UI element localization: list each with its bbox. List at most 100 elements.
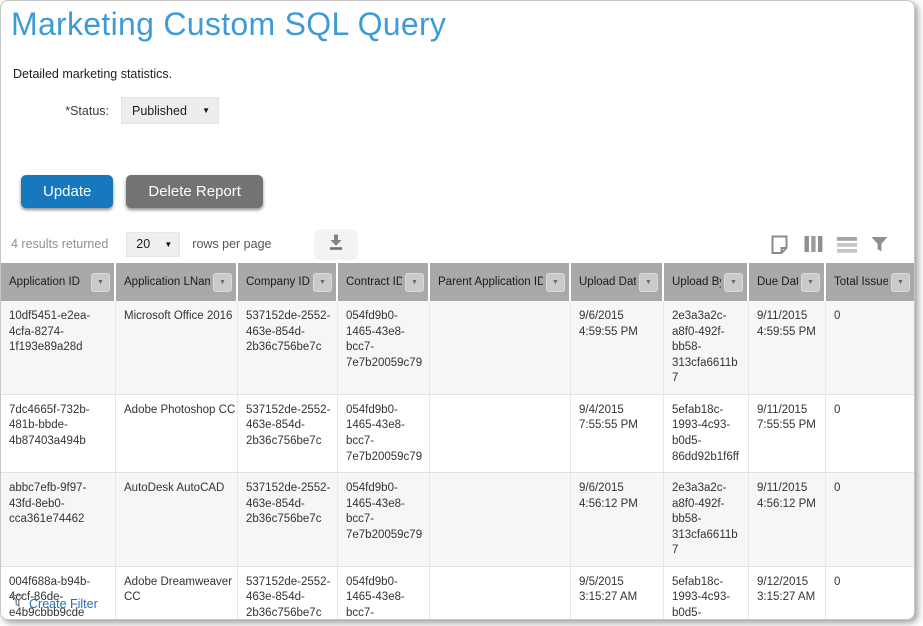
status-select[interactable]: Published ▼	[121, 97, 219, 124]
chevron-down-icon: ▼	[645, 279, 652, 286]
cell-application-id: 7dc4665f-732b-481b-bbde-4b87403a494b	[1, 395, 116, 472]
column-header-parent-application-id[interactable]: Parent Application ID ▼	[430, 263, 571, 301]
chevron-down-icon: ▼	[164, 240, 172, 249]
cell-company-id: 537152de-2552-463e-854d-2b36c756be7c	[238, 395, 338, 472]
column-header-label: Upload By	[672, 276, 721, 288]
page-size-value: 20	[136, 237, 150, 251]
footer-bar: Create Filter	[11, 594, 98, 613]
cell-upload-date: 9/6/2015 4:56:12 PM	[571, 473, 664, 566]
cell-contract-id: 054fd9b0-1465-43e8-bcc7-7e7b20059c79	[338, 301, 430, 394]
column-filter-button[interactable]: ▼	[213, 273, 232, 292]
delete-report-button[interactable]: Delete Report	[126, 175, 263, 208]
column-filter-button[interactable]: ▼	[724, 273, 743, 292]
cell-upload-by: 2e3a3a2c-a8f0-492f-bb58-313cfa6611b7	[664, 301, 749, 394]
cell-contract-id: 054fd9b0-1465-43e8-bcc7-7e7b20059c79	[338, 567, 430, 620]
cell-upload-by: 5efab18c-1993-4c93-b0d5-86dd92b1f6ff	[664, 395, 749, 472]
cell-parent-application-id	[430, 395, 571, 472]
cell-due-date: 9/11/2015 4:59:55 PM	[749, 301, 826, 394]
table-tools	[769, 234, 888, 255]
status-select-value: Published	[132, 104, 187, 118]
results-table: Application ID▼Application LName▼Company…	[1, 263, 914, 620]
table-row: 004f688a-b94b-4ccf-86de-e4b9cbbb9cdeAdob…	[1, 567, 914, 620]
cell-application-lname: Adobe Dreamweaver CC	[116, 567, 238, 620]
cell-upload-date: 9/6/2015 4:59:55 PM	[571, 301, 664, 394]
cell-total-issues: 0	[826, 567, 914, 620]
cell-parent-application-id	[430, 567, 571, 620]
cell-due-date: 9/11/2015 4:56:12 PM	[749, 473, 826, 566]
column-header-label: Due Date	[757, 276, 798, 288]
cell-parent-application-id	[430, 473, 571, 566]
column-header-label: Company ID	[246, 276, 310, 288]
table-row: 7dc4665f-732b-481b-bbde-4b87403a494bAdob…	[1, 395, 914, 473]
column-header-application-id[interactable]: Application ID ▼	[1, 263, 116, 301]
cell-due-date: 9/11/2015 7:55:55 PM	[749, 395, 826, 472]
column-header-total-issues[interactable]: Total Issues▼	[826, 263, 914, 301]
column-filter-button[interactable]: ▼	[801, 273, 820, 292]
column-header-label: Contract ID	[346, 276, 402, 288]
cell-company-id: 537152de-2552-463e-854d-2b36c756be7c	[238, 473, 338, 566]
create-filter-link[interactable]: Create Filter	[29, 597, 98, 611]
status-label: *Status:	[1, 104, 109, 118]
column-header-label: Application LName	[124, 276, 210, 288]
export-page-icon[interactable]	[769, 234, 790, 255]
column-chooser-icon[interactable]	[804, 235, 823, 253]
cell-application-id: abbc7efb-9f97-43fd-8eb0-cca361e74462	[1, 473, 116, 566]
cell-total-issues: 0	[826, 395, 914, 472]
chevron-down-icon: ▼	[897, 279, 904, 286]
page-subtitle: Detailed marketing statistics.	[13, 67, 914, 81]
rows-per-page-label: rows per page	[192, 237, 271, 251]
chevron-down-icon: ▼	[202, 106, 210, 115]
column-filter-button[interactable]: ▼	[91, 273, 110, 292]
cell-parent-application-id	[430, 301, 571, 394]
cell-upload-by: 5efab18c-1993-4c93-b0d5-86dd92b1f6ff	[664, 567, 749, 620]
chevron-down-icon: ▼	[552, 279, 559, 286]
column-header-upload-by[interactable]: Upload By ▼	[664, 263, 749, 301]
chevron-down-icon: ▼	[730, 279, 737, 286]
table-row: abbc7efb-9f97-43fd-8eb0-cca361e74462Auto…	[1, 473, 914, 567]
page-title: Marketing Custom SQL Query	[11, 5, 914, 43]
report-card: Marketing Custom SQL Query Detailed mark…	[0, 0, 915, 620]
column-header-company-id[interactable]: Company ID ▼	[238, 263, 338, 301]
cell-company-id: 537152de-2552-463e-854d-2b36c756be7c	[238, 301, 338, 394]
column-filter-button[interactable]: ▼	[891, 273, 910, 292]
chevron-down-icon: ▼	[219, 279, 226, 286]
column-filter-button[interactable]: ▼	[546, 273, 565, 292]
column-header-contract-id[interactable]: Contract ID ▼	[338, 263, 430, 301]
cell-upload-date: 9/5/2015 3:15:27 AM	[571, 567, 664, 620]
chevron-down-icon: ▼	[807, 279, 814, 286]
status-form-row: *Status: Published ▼	[1, 97, 914, 124]
column-header-application-lname[interactable]: Application LName ▼	[116, 263, 238, 301]
cell-application-lname: Microsoft Office 2016	[116, 301, 238, 394]
cell-contract-id: 054fd9b0-1465-43e8-bcc7-7e7b20059c79	[338, 473, 430, 566]
table-body: 10df5451-e2ea-4cfa-8274-1f193e89a28dMicr…	[1, 301, 914, 620]
cell-application-lname: Adobe Photoshop CC	[116, 395, 238, 472]
filter-icon[interactable]	[871, 236, 888, 253]
update-button[interactable]: Update	[21, 175, 113, 208]
cell-application-lname: AutoDesk AutoCAD	[116, 473, 238, 566]
chevron-down-icon: ▼	[319, 279, 326, 286]
chevron-down-icon: ▼	[97, 279, 104, 286]
download-button[interactable]	[314, 229, 358, 260]
column-header-label: Parent Application ID	[438, 276, 543, 288]
results-bar: 4 results returned 20 ▼ rows per page	[11, 228, 904, 260]
cell-total-issues: 0	[826, 301, 914, 394]
cell-contract-id: 054fd9b0-1465-43e8-bcc7-7e7b20059c79	[338, 395, 430, 472]
cell-application-id: 10df5451-e2ea-4cfa-8274-1f193e89a28d	[1, 301, 116, 394]
column-header-due-date[interactable]: Due Date ▼	[749, 263, 826, 301]
page-size-select[interactable]: 20 ▼	[126, 232, 180, 257]
column-filter-button[interactable]: ▼	[639, 273, 658, 292]
column-filter-button[interactable]: ▼	[313, 273, 332, 292]
cell-upload-by: 2e3a3a2c-a8f0-492f-bb58-313cfa6611b7	[664, 473, 749, 566]
results-count-text: 4 results returned	[11, 237, 108, 251]
create-filter-icon	[11, 594, 24, 613]
column-header-label: Application ID	[9, 276, 80, 288]
cell-company-id: 537152de-2552-463e-854d-2b36c756be7c	[238, 567, 338, 620]
column-filter-button[interactable]: ▼	[405, 273, 424, 292]
column-header-label: Upload Date	[579, 276, 636, 288]
cell-due-date: 9/12/2015 3:15:27 AM	[749, 567, 826, 620]
row-layout-icon[interactable]	[837, 235, 857, 253]
chevron-down-icon: ▼	[411, 279, 418, 286]
download-icon	[327, 233, 345, 256]
column-header-upload-date[interactable]: Upload Date ▼	[571, 263, 664, 301]
cell-total-issues: 0	[826, 473, 914, 566]
